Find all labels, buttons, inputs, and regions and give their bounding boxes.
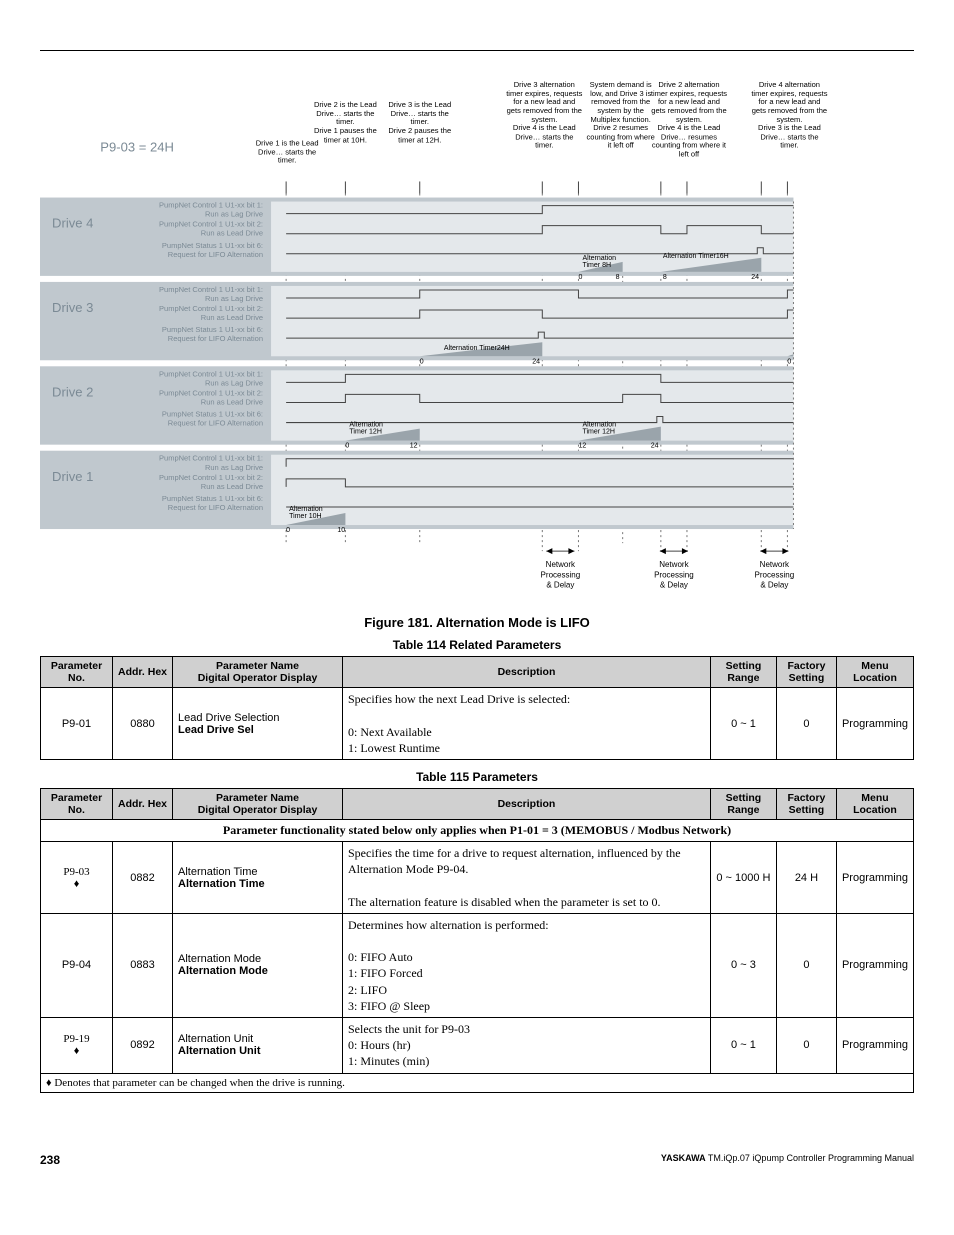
svg-text:Drive 2: Drive 2 xyxy=(52,384,93,399)
svg-text:PumpNet Status 1 U1-xx bit 6:: PumpNet Status 1 U1-xx bit 6: xyxy=(162,410,263,419)
svg-text:PumpNet Control 1 U1-xx bit 1:: PumpNet Control 1 U1-xx bit 1: xyxy=(159,454,263,463)
table-row: P9-03 ♦ 0882 Alternation TimeAlternation… xyxy=(41,842,914,914)
th-factory: Factory Setting xyxy=(776,657,836,688)
table-115: Parameter No. Addr. Hex Parameter Name D… xyxy=(40,788,914,1092)
svg-text:Alternation Timer16H: Alternation Timer16H xyxy=(663,253,729,260)
svg-text:& Delay: & Delay xyxy=(760,580,788,589)
svg-text:8: 8 xyxy=(616,274,620,281)
svg-text:& Delay: & Delay xyxy=(660,580,688,589)
svg-text:Drive 1: Drive 1 xyxy=(52,469,93,484)
svg-text:Alternation Timer24H: Alternation Timer24H xyxy=(444,345,510,352)
th-addr: Addr. Hex xyxy=(113,657,173,688)
svg-text:Processing: Processing xyxy=(654,570,694,579)
th-pname: Parameter Name Digital Operator Display xyxy=(173,657,343,688)
svg-text:Alternation: Alternation xyxy=(349,422,383,429)
svg-text:Timer 8H: Timer 8H xyxy=(582,262,611,269)
svg-text:24: 24 xyxy=(651,443,659,450)
svg-text:24: 24 xyxy=(751,274,759,281)
svg-text:PumpNet Control 1 U1-xx bit 2:: PumpNet Control 1 U1-xx bit 2: xyxy=(159,220,263,229)
svg-text:PumpNet Status 1 U1-xx bit 6:: PumpNet Status 1 U1-xx bit 6: xyxy=(162,241,263,250)
svg-text:PumpNet Control 1 U1-xx bit 1:: PumpNet Control 1 U1-xx bit 1: xyxy=(159,369,263,378)
svg-text:Run as Lag Drive: Run as Lag Drive xyxy=(205,294,263,303)
svg-text:10: 10 xyxy=(337,527,345,534)
th-addr: Addr. Hex xyxy=(113,789,173,820)
annotation-row: Drive 1 is the Lead Drive… starts the ti… xyxy=(251,81,828,200)
svg-text:Request for LIFO Alternation: Request for LIFO Alternation xyxy=(168,250,263,259)
figure-181: P9-03 = 24H Drive 1 is the Lead Drive… s… xyxy=(40,81,914,630)
row-drive-4: Drive 4 PumpNet Control 1 U1-xx bit 1: R… xyxy=(40,198,793,281)
svg-text:24: 24 xyxy=(532,358,540,365)
svg-text:PumpNet Control 1 U1-xx bit 1:: PumpNet Control 1 U1-xx bit 1: xyxy=(159,285,263,294)
table-row: P9-04 0883 Alternation ModeAlternation M… xyxy=(41,913,914,1017)
svg-text:Alternation: Alternation xyxy=(582,255,616,262)
svg-text:Run as Lag Drive: Run as Lag Drive xyxy=(205,463,263,472)
svg-text:PumpNet Control 1 U1-xx bit 2:: PumpNet Control 1 U1-xx bit 2: xyxy=(159,473,263,482)
th-menu: Menu Location xyxy=(836,789,913,820)
svg-text:Network: Network xyxy=(760,560,790,569)
svg-text:Timer 10H: Timer 10H xyxy=(289,513,322,520)
svg-text:0: 0 xyxy=(345,443,349,450)
p9-label: P9-03 = 24H xyxy=(100,139,174,154)
th-range: Setting Range xyxy=(710,657,776,688)
page-footer: 238 YASKAWA TM.iQp.07 iQpump Controller … xyxy=(40,1153,914,1167)
svg-text:Run as Lag Drive: Run as Lag Drive xyxy=(205,210,263,219)
banner-row: Parameter functionality stated below onl… xyxy=(41,820,914,842)
svg-text:Run as Lag Drive: Run as Lag Drive xyxy=(205,378,263,387)
th-desc: Description xyxy=(343,789,711,820)
svg-text:0: 0 xyxy=(578,274,582,281)
svg-text:Network: Network xyxy=(546,560,576,569)
svg-text:PumpNet Control 1 U1-xx bit 2:: PumpNet Control 1 U1-xx bit 2: xyxy=(159,388,263,397)
svg-text:Run as Lead Drive: Run as Lead Drive xyxy=(201,229,263,238)
svg-text:PumpNet Status 1 U1-xx bit 6:: PumpNet Status 1 U1-xx bit 6: xyxy=(162,325,263,334)
svg-text:8: 8 xyxy=(663,274,667,281)
table-114-caption: Table 114 Related Parameters xyxy=(40,638,914,652)
row-drive-1: Drive 1 PumpNet Control 1 U1-xx bit 1: R… xyxy=(40,451,793,534)
svg-text:Processing: Processing xyxy=(755,570,795,579)
svg-text:Run as Lead Drive: Run as Lead Drive xyxy=(201,482,263,491)
th-range: Setting Range xyxy=(710,789,776,820)
svg-text:0: 0 xyxy=(286,527,290,534)
network-delay-markers: Network Processing & Delay Network Proce… xyxy=(541,548,795,589)
svg-text:Run as Lead Drive: Run as Lead Drive xyxy=(201,397,263,406)
svg-text:Alternation: Alternation xyxy=(289,506,323,513)
table-row: P9-19 ♦ 0892 Alternation UnitAlternation… xyxy=(41,1018,914,1074)
th-pno: Parameter No. xyxy=(41,789,113,820)
th-pname: Parameter Name Digital Operator Display xyxy=(173,789,343,820)
row-drive-2: Drive 2 PumpNet Control 1 U1-xx bit 1: R… xyxy=(40,366,793,449)
svg-text:Timer 12H: Timer 12H xyxy=(582,429,615,436)
svg-text:Timer 12H: Timer 12H xyxy=(349,429,382,436)
footnote-row: ♦ Denotes that parameter can be changed … xyxy=(41,1073,914,1092)
svg-text:Network: Network xyxy=(659,560,689,569)
th-menu: Menu Location xyxy=(836,657,913,688)
svg-text:0: 0 xyxy=(787,358,791,365)
table-114: Parameter No. Addr. Hex Parameter Name D… xyxy=(40,656,914,760)
svg-text:Alternation: Alternation xyxy=(582,422,616,429)
svg-text:PumpNet Status 1 U1-xx bit 6:: PumpNet Status 1 U1-xx bit 6: xyxy=(162,494,263,503)
svg-text:PumpNet Control 1 U1-xx bit 2:: PumpNet Control 1 U1-xx bit 2: xyxy=(159,304,263,313)
page-top-rule xyxy=(40,50,914,51)
footer-doc: YASKAWA TM.iQp.07 iQpump Controller Prog… xyxy=(661,1153,914,1167)
svg-text:12: 12 xyxy=(578,443,586,450)
th-desc: Description xyxy=(343,657,711,688)
svg-text:PumpNet Control 1 U1-xx bit 1:: PumpNet Control 1 U1-xx bit 1: xyxy=(159,201,263,210)
table-115-caption: Table 115 Parameters xyxy=(40,770,914,784)
table-row: P9-01 0880 Lead Drive Selection Lead Dri… xyxy=(41,688,914,760)
svg-text:Run as Lead Drive: Run as Lead Drive xyxy=(201,313,263,322)
svg-text:& Delay: & Delay xyxy=(546,580,574,589)
svg-text:Request for LIFO Alternation: Request for LIFO Alternation xyxy=(168,419,263,428)
svg-text:Request for LIFO Alternation: Request for LIFO Alternation xyxy=(168,334,263,343)
page-number: 238 xyxy=(40,1153,60,1167)
svg-text:Processing: Processing xyxy=(541,570,581,579)
row-drive-3: Drive 3 PumpNet Control 1 U1-xx bit 1: R… xyxy=(40,282,793,365)
svg-text:Request for LIFO Alternation: Request for LIFO Alternation xyxy=(168,503,263,512)
th-pno: Parameter No. xyxy=(41,657,113,688)
timing-diagram: P9-03 = 24H Drive 1 is the Lead Drive… s… xyxy=(40,81,914,603)
th-factory: Factory Setting xyxy=(776,789,836,820)
svg-text:12: 12 xyxy=(410,443,418,450)
svg-text:Drive 3: Drive 3 xyxy=(52,300,93,315)
figure-caption: Figure 181. Alternation Mode is LIFO xyxy=(40,615,914,630)
svg-text:0: 0 xyxy=(420,358,424,365)
svg-text:Drive 4: Drive 4 xyxy=(52,216,93,231)
